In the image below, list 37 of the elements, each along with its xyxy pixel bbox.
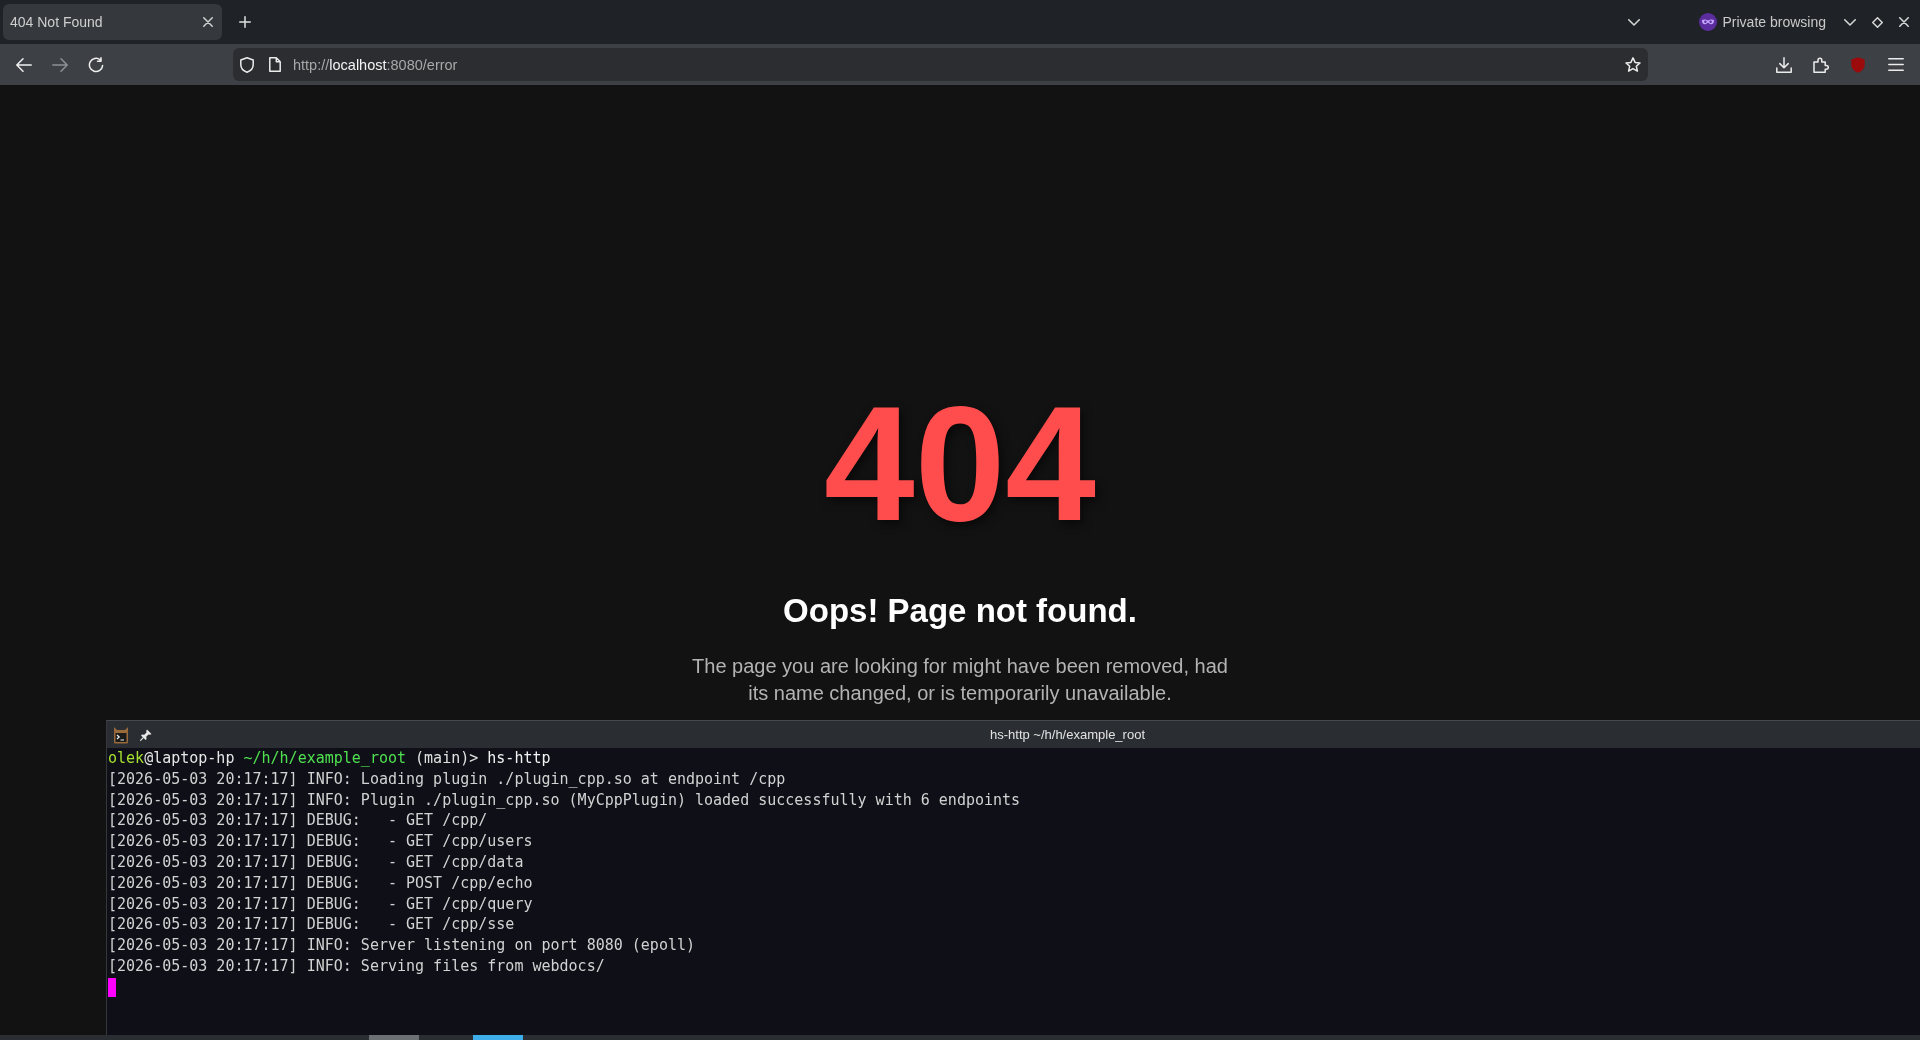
shield-icon[interactable] — [240, 56, 254, 73]
log-line: [2026-05-03 20:17:17] INFO: Plugin ./plugin_cpp.so (MyCppPlugin) loaded successfully with 6 endpoints — [108, 789, 1022, 811]
back-arrow-icon[interactable] — [16, 57, 32, 72]
private-browsing-label: Private browsing — [1722, 14, 1826, 30]
url-text[interactable]: http://localhost:8080/error — [293, 56, 458, 73]
log-line: [2026-05-03 20:17:17] DEBUG: - GET /cpp/users — [108, 831, 534, 852]
maximize-icon[interactable] — [1872, 16, 1883, 28]
chevron-down-icon[interactable] — [1627, 18, 1640, 26]
page-icon[interactable] — [269, 57, 281, 72]
close-icon[interactable] — [203, 17, 213, 27]
log-line: [2026-05-03 20:17:17] DEBUG: - GET /cpp/ — [108, 810, 489, 832]
log-line: [2026-05-03 20:17:17] DEBUG: - GET /cpp/query — [108, 893, 534, 915]
reload-icon[interactable] — [88, 56, 104, 73]
pin-icon[interactable] — [140, 728, 152, 741]
log-line: [2026-05-03 20:17:17] DEBUG: - POST /cpp/echo — [108, 872, 534, 894]
new-tab-icon[interactable] — [239, 16, 251, 28]
terminal-app-icon — [113, 725, 129, 744]
error-code: 404 — [824, 382, 1096, 545]
download-icon[interactable] — [1776, 56, 1792, 73]
log-line: [2026-05-03 20:17:17] DEBUG: - GET /cpp/data — [108, 852, 525, 873]
minimize-icon[interactable] — [1844, 18, 1856, 26]
error-heading: Oops! Page not found. — [783, 591, 1137, 631]
browser-tab[interactable]: 404 Not Found — [3, 4, 222, 40]
text-cursor — [108, 977, 116, 997]
address-bar[interactable]: http://localhost:8080/error — [233, 48, 1648, 81]
close-icon[interactable] — [1899, 17, 1909, 27]
terminal-title: hs-http ~/h/h/example_root — [990, 727, 1145, 742]
bookmark-star-icon[interactable] — [1625, 56, 1641, 73]
command-prompt: olek@laptop-hp ~/h/h/example_root (main)> hs-http — [108, 748, 552, 769]
mask-icon — [1698, 13, 1717, 31]
log-line: [2026-05-03 20:17:17] INFO: Loading plugin ./plugin_cpp.so at endpoint /cpp — [108, 768, 787, 790]
log-line: [2026-05-03 20:17:17] INFO: Server listening on port 8080 (epoll) — [108, 935, 696, 956]
log-line: [2026-05-03 20:17:17] INFO: Serving files from webdocs/ — [108, 955, 606, 977]
menu-icon[interactable] — [1888, 58, 1904, 71]
log-line: [2026-05-03 20:17:17] DEBUG: - GET /cpp/sse — [108, 914, 516, 936]
puzzle-piece-icon[interactable] — [1813, 56, 1829, 73]
error-message: The page you are looking for might have been removed, had its name changed, or is temporarily unavailable. — [691, 653, 1229, 706]
